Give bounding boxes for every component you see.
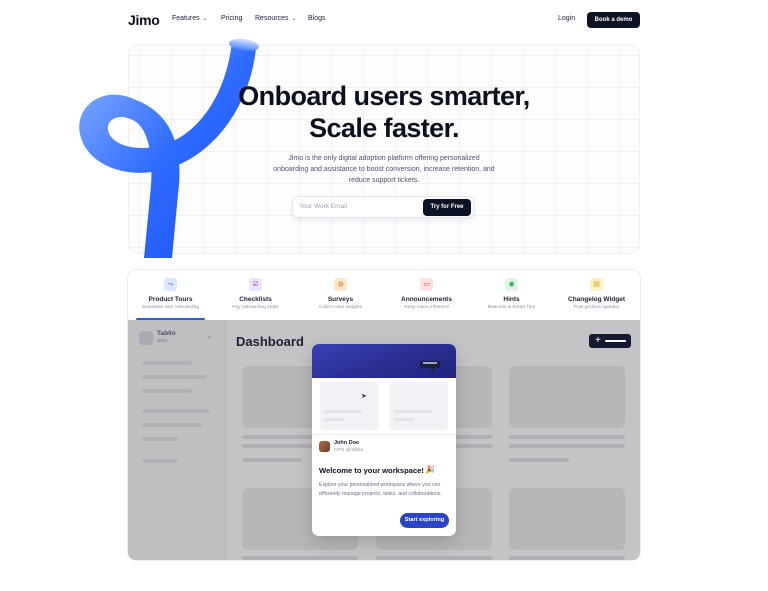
sidebar-placeholder: [142, 459, 178, 463]
dashboard-title: Dashboard: [236, 334, 304, 349]
hero-subtext-line2: onboarding and assistance to boost conve…: [273, 166, 495, 173]
nav-blogs-label: Blogs: [308, 15, 326, 22]
tab-checklists-desc: Key onboarding steps: [232, 305, 279, 310]
workspace-subtitle: Jimo: [157, 339, 168, 344]
plus-icon: +: [595, 335, 601, 346]
nav-blogs[interactable]: Blogs: [308, 15, 326, 22]
email-signup-form: Your Work Email Try for Free: [292, 196, 474, 218]
card-placeholder: [509, 435, 625, 439]
hero-headline-line2: Scale faster.: [309, 113, 459, 143]
changelog-icon: ▤: [590, 278, 603, 291]
chevron-down-icon: ⌄: [291, 16, 297, 22]
nav-features[interactable]: Features ⌄: [172, 15, 208, 22]
tab-hints[interactable]: ◉ Hints Beacons & Smart Tips: [469, 270, 554, 320]
dashboard-card: [509, 488, 625, 550]
tab-changelog-widget[interactable]: ▤ Changelog Widget Post product updates: [554, 270, 639, 320]
announcement-icon: ▭: [420, 278, 433, 291]
hero-subtext-line3: reduce support tickets.: [348, 177, 420, 184]
hero-swirl-graphic: [79, 38, 259, 258]
hero-headline-line1: Onboard users smarter,: [238, 81, 530, 111]
tab-changelog-widget-label: Changelog Widget: [568, 296, 625, 303]
add-button[interactable]: +: [589, 334, 631, 348]
tab-surveys[interactable]: ◍ Surveys Collect user insights: [298, 270, 383, 320]
jimo-logo[interactable]: Jimo: [128, 12, 160, 28]
workspace-name: Tablio: [157, 330, 176, 337]
preview-chip-text: [423, 362, 437, 364]
top-navigation: Jimo Features ⌄ Pricing Resources ⌄ Blogs …: [0, 0, 768, 40]
tab-checklists-label: Checklists: [239, 296, 272, 303]
chevron-down-icon: ⌄: [207, 334, 213, 340]
sidebar-placeholder: [142, 423, 202, 427]
nav-pricing-label: Pricing: [221, 15, 243, 22]
card-placeholder: [376, 556, 492, 560]
nav-resources[interactable]: Resources ⌄: [255, 15, 297, 22]
tab-hints-label: Hints: [503, 296, 520, 303]
workspace-avatar: [139, 331, 153, 345]
modal-body-text: Explore your personalized workspace wher…: [319, 482, 442, 497]
tab-product-tours-label: Product Tours: [148, 296, 193, 303]
modal-title: Welcome to your workspace!: [319, 466, 424, 475]
modal-divider: [312, 434, 456, 435]
product-tabs: ⤳ Product Tours Seamless user onboarding…: [128, 270, 640, 320]
nav-features-label: Features: [172, 15, 200, 22]
sidebar-placeholder: [142, 437, 178, 441]
modal-preview-image: ➤: [312, 378, 456, 434]
survey-icon: ◍: [334, 278, 347, 291]
work-email-input[interactable]: Your Work Email: [299, 203, 347, 210]
hero-subtext: Jimo is the only digital adoption platfo…: [262, 153, 506, 186]
tab-product-tours[interactable]: ⤳ Product Tours Seamless user onboarding: [128, 270, 213, 320]
preview-placeholder: [324, 410, 362, 413]
cursor-icon: ➤: [361, 393, 367, 400]
preview-placeholder: [394, 418, 414, 421]
preview-card: [390, 382, 448, 430]
sidebar-placeholder: [142, 375, 206, 379]
tab-announcements-desc: Keep users informed: [404, 305, 449, 310]
tab-hints-desc: Beacons & Smart Tips: [487, 305, 536, 310]
tab-surveys-label: Surveys: [327, 296, 354, 303]
login-link[interactable]: Login: [558, 15, 575, 22]
party-popper-icon: 🎉: [425, 465, 435, 474]
cursor-icon: ➤: [430, 367, 436, 374]
card-placeholder: [242, 458, 302, 462]
sidebar-placeholder: [142, 409, 210, 413]
button-label-placeholder: [605, 340, 626, 342]
tab-changelog-widget-desc: Post product updates: [573, 305, 620, 310]
checklist-icon: ☑: [249, 278, 262, 291]
route-icon: ⤳: [164, 278, 177, 291]
dashboard-card: [509, 366, 625, 428]
tab-announcements[interactable]: ▭ Announcements Keep users informed: [384, 270, 469, 320]
book-demo-button[interactable]: Book a demo: [587, 12, 640, 28]
sender-name: John Doe: [334, 440, 360, 446]
tab-checklists[interactable]: ☑ Checklists Key onboarding steps: [213, 270, 298, 320]
preview-placeholder: [394, 410, 432, 413]
hero-subtext-line1: Jimo is the only digital adoption platfo…: [288, 155, 480, 162]
preview-card: [320, 382, 378, 430]
sidebar-placeholder: [142, 361, 192, 365]
sender-role: CPO @Tablio: [334, 448, 364, 453]
tab-announcements-label: Announcements: [401, 296, 452, 303]
hint-icon: ◉: [505, 278, 518, 291]
chevron-down-icon: ⌄: [202, 16, 208, 22]
nav-resources-label: Resources: [255, 15, 289, 22]
preview-placeholder: [324, 418, 344, 421]
nav-pricing[interactable]: Pricing: [221, 15, 242, 22]
hero-headline: Onboard users smarter, Scale faster.: [200, 80, 568, 144]
tab-product-tours-desc: Seamless user onboarding: [141, 305, 200, 310]
welcome-modal: ➤ ➤ John Doe CPO @Tablio Welcome to your…: [312, 344, 456, 536]
app-sidebar: Tablio Jimo ⌄: [128, 320, 226, 560]
card-placeholder: [509, 556, 625, 560]
start-exploring-button[interactable]: Start exploring: [400, 513, 449, 528]
card-placeholder: [242, 556, 358, 560]
card-placeholder: [509, 444, 625, 448]
tab-surveys-desc: Collect user insights: [319, 305, 362, 310]
card-placeholder: [509, 458, 569, 462]
try-for-free-button[interactable]: Try for Free: [423, 199, 471, 216]
sidebar-placeholder: [142, 389, 192, 393]
avatar: [319, 441, 330, 452]
